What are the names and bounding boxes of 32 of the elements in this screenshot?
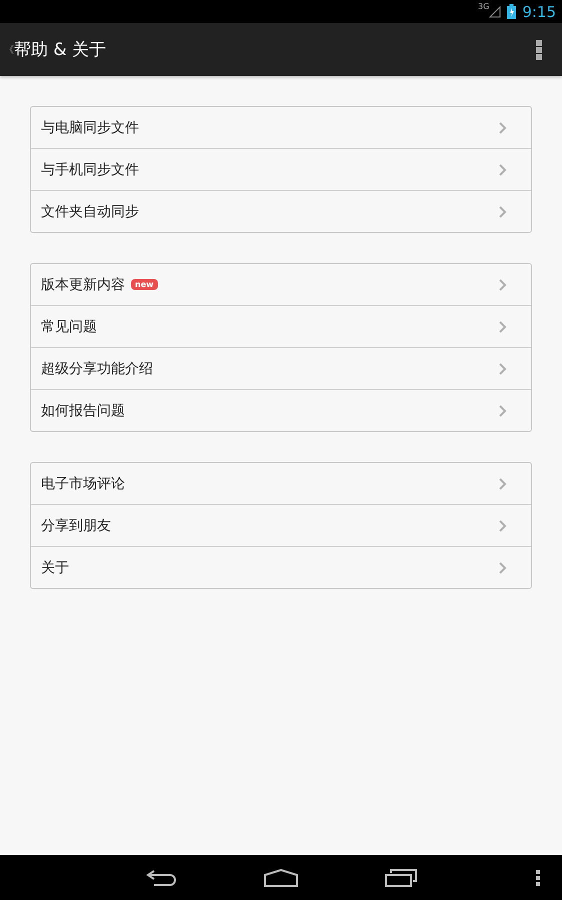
clock: 9:15 xyxy=(522,2,556,20)
chevron-icon xyxy=(499,122,507,134)
home-icon[interactable] xyxy=(264,868,298,886)
chevron-icon xyxy=(499,320,507,332)
chevron-icon xyxy=(499,562,507,574)
chevron-icon xyxy=(499,362,507,374)
menu-item[interactable]: 分享到朋友 xyxy=(31,504,531,546)
screen-title: 帮助 & 关于 xyxy=(14,39,108,61)
menu-item[interactable]: 与手机同步文件 xyxy=(31,148,531,190)
menu-item[interactable]: 文件夹自动同步 xyxy=(31,190,531,232)
new-badge: new xyxy=(131,279,158,290)
network-type: 3G xyxy=(478,2,490,11)
chevron-icon xyxy=(499,520,507,532)
chevron-icon xyxy=(499,164,507,176)
menu-item[interactable]: 关于 xyxy=(31,546,531,588)
back-button[interactable]: 《 xyxy=(4,42,14,56)
chevron-icon xyxy=(499,404,507,416)
menu-item[interactable]: 与电脑同步文件 xyxy=(31,107,531,148)
chevron-icon xyxy=(499,478,507,490)
recent-apps-icon[interactable] xyxy=(385,868,417,886)
menu-item[interactable]: 如何报告问题 xyxy=(31,389,531,431)
back-icon[interactable] xyxy=(146,868,178,886)
overflow-menu-icon[interactable] xyxy=(536,870,540,886)
menu-item[interactable]: 超级分享功能介绍 xyxy=(31,347,531,389)
chevron-icon xyxy=(499,278,507,290)
chevron-icon xyxy=(499,206,507,218)
battery-icon xyxy=(507,4,516,19)
menu-item[interactable]: 版本更新内容 new xyxy=(31,264,531,305)
menu-item[interactable]: 常见问题 xyxy=(31,305,531,347)
signal-icon xyxy=(489,6,502,18)
menu-item[interactable]: 电子市场评论 xyxy=(31,463,531,504)
overflow-menu-icon[interactable] xyxy=(536,40,542,60)
